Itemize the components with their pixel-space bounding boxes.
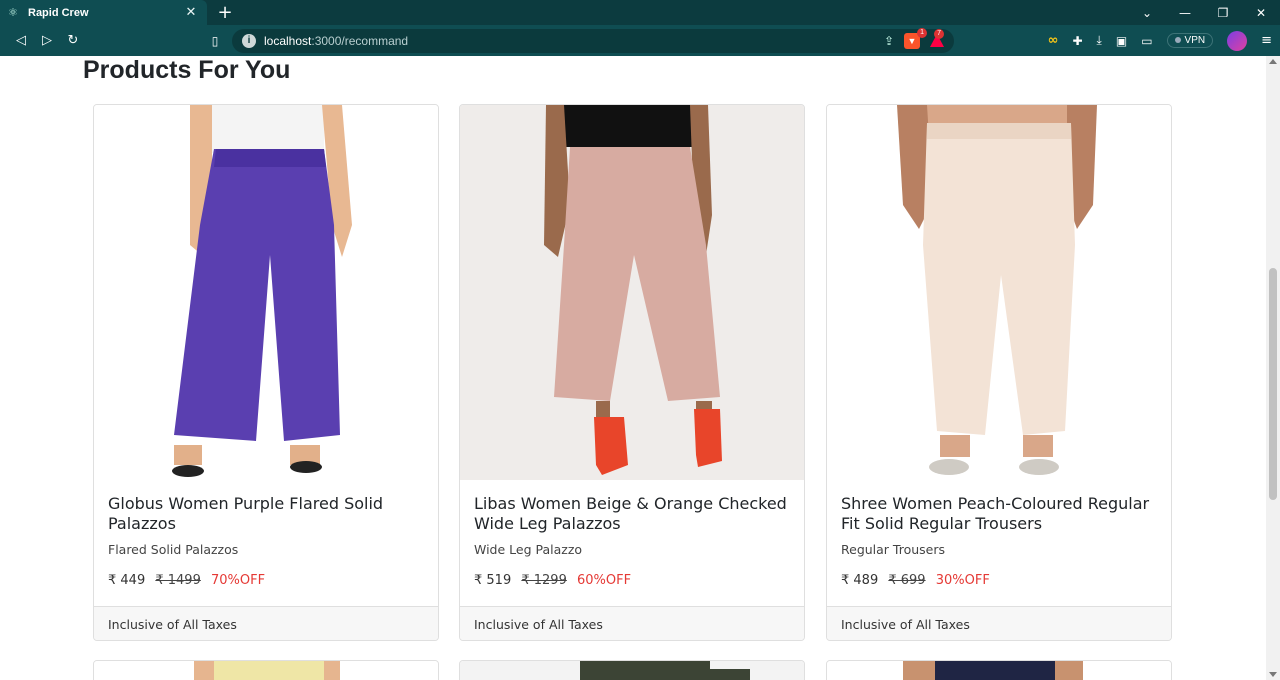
tab-title: Rapid Crew [28,6,89,19]
minimize-icon[interactable]: — [1166,6,1204,20]
share-icon[interactable]: ⇪ [884,34,894,48]
browser-tab-bar: ⚛ Rapid Crew ✕ + ⌄ — ❐ ✕ [0,0,1280,25]
url-path: :3000/recommand [311,33,409,48]
react-icon: ⚛ [8,5,18,19]
product-price-row: ₹ 489 ₹ 699 30%OFF [841,573,1157,588]
scroll-up-icon[interactable] [1269,59,1277,64]
product-subtitle: Regular Trousers [841,542,946,557]
product-price: ₹ 519 [474,573,512,588]
address-bar[interactable]: i localhost:3000/recommand ⇪ ▼ 1 7 [232,27,954,53]
page-scrollbar[interactable] [1266,56,1280,680]
rewards-badge: 7 [934,29,944,39]
new-tab-icon[interactable]: + [215,2,235,23]
product-body: Shree Women Peach-Coloured Regular Fit S… [827,480,1171,588]
close-tab-icon[interactable]: ✕ [183,5,199,20]
brave-rewards-icon[interactable]: 7 [930,29,944,47]
back-icon[interactable]: ◁ [8,33,34,48]
brave-shields-icon[interactable]: ▼ 1 [904,27,927,49]
wallet-icon[interactable]: ▭ [1141,34,1152,48]
product-body: Globus Women Purple Flared Solid Palazzo… [94,480,438,588]
product-card[interactable]: Shree Women Peach-Coloured Regular Fit S… [826,104,1172,641]
product-price-row: ₹ 519 ₹ 1299 60%OFF [474,573,790,588]
restore-icon[interactable]: ❐ [1204,6,1242,20]
profile-avatar[interactable] [1227,30,1248,51]
product-mrp: ₹ 1499 [155,573,201,588]
product-image[interactable] [827,661,1172,680]
product-image[interactable] [827,105,1171,480]
vpn-status-dot [1174,37,1181,43]
product-name: Globus Women Purple Flared Solid Palazzo… [108,494,384,533]
product-image[interactable] [460,661,805,680]
browser-toolbar: ◁ ▷ ↻ ▯ i localhost:3000/recommand ⇪ ▼ 1 … [0,25,1280,56]
site-info-icon[interactable]: i [242,33,256,48]
product-card[interactable] [826,660,1172,680]
product-image[interactable] [460,105,804,480]
product-discount: 60%OFF [577,573,632,588]
reload-icon[interactable]: ↻ [60,33,86,48]
page-title: Products For You [83,56,291,84]
product-footer: Inclusive of All Taxes [94,606,438,640]
extensions-puzzle-icon[interactable]: ✚ [1072,34,1082,48]
product-mrp: ₹ 1299 [521,573,567,588]
product-discount: 70%OFF [211,573,266,588]
url-host: localhost [264,33,312,48]
product-card[interactable] [93,660,439,680]
browser-tab[interactable]: ⚛ Rapid Crew ✕ [0,0,207,25]
page-content: Products For You Globus Women Purple Fla… [0,56,1266,680]
product-mrp: ₹ 699 [888,573,926,588]
forward-icon[interactable]: ▷ [34,33,60,48]
product-subtitle: Flared Solid Palazzos [108,542,239,557]
menu-icon[interactable]: ≡ [1261,33,1272,48]
product-price-row: ₹ 449 ₹ 1499 70%OFF [108,573,424,588]
product-name: Libas Women Beige & Orange Checked Wide … [474,494,787,533]
close-window-icon[interactable]: ✕ [1242,6,1280,20]
product-card[interactable] [459,660,805,680]
window-controls: ⌄ — ❐ ✕ [1128,6,1280,20]
product-price: ₹ 489 [841,573,879,588]
product-image[interactable] [94,661,439,680]
scrollbar-thumb[interactable] [1269,268,1277,500]
scroll-down-icon[interactable] [1269,672,1277,677]
vpn-label: VPN [1184,35,1206,46]
download-icon[interactable]: ⤓ [1097,33,1102,48]
product-image[interactable] [94,105,438,480]
product-footer: Inclusive of All Taxes [827,606,1171,640]
product-body: Libas Women Beige & Orange Checked Wide … [460,480,804,588]
product-name: Shree Women Peach-Coloured Regular Fit S… [841,494,1150,533]
bookmark-icon[interactable]: ▯ [202,34,228,48]
product-subtitle: Wide Leg Palazzo [474,542,583,557]
sidebar-icon[interactable]: ▣ [1116,34,1127,48]
product-price: ₹ 449 [108,573,146,588]
vpn-button[interactable]: VPN [1166,33,1214,48]
tab-search-icon[interactable]: ⌄ [1128,6,1166,20]
product-discount: 30%OFF [935,573,990,588]
extension-infinity-icon[interactable]: ∞ [1048,33,1059,48]
product-footer: Inclusive of All Taxes [460,606,804,640]
product-card[interactable]: Globus Women Purple Flared Solid Palazzo… [93,104,439,641]
shields-badge: 1 [917,27,927,38]
product-card[interactable]: Libas Women Beige & Orange Checked Wide … [459,104,805,641]
